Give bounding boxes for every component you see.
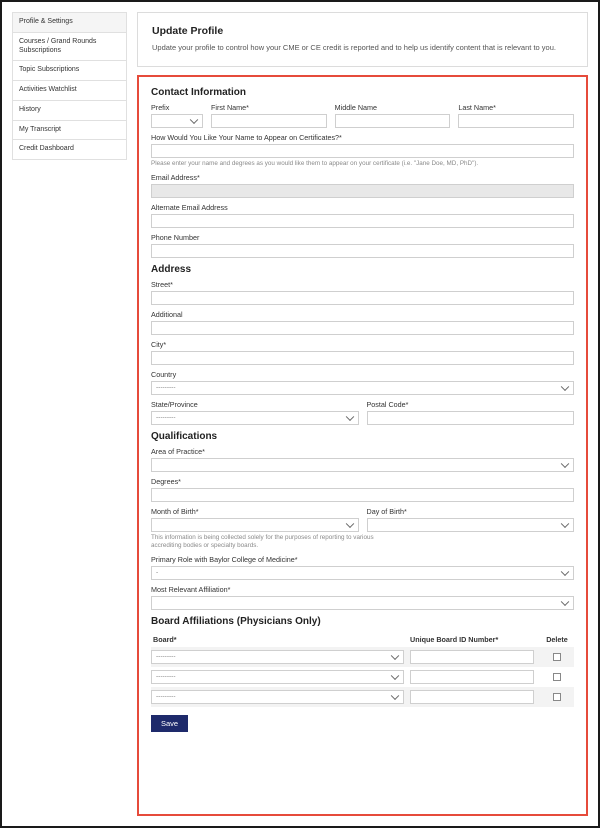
page-title: Update Profile bbox=[152, 25, 573, 37]
table-row: --------- bbox=[151, 687, 574, 707]
col-board: Board* bbox=[151, 635, 410, 644]
street-label: Street* bbox=[151, 280, 574, 289]
email-input[interactable] bbox=[151, 184, 574, 198]
area-label: Area of Practice* bbox=[151, 447, 574, 456]
sidebar-item-courses[interactable]: Courses / Grand Rounds Subscriptions bbox=[12, 32, 127, 62]
alt-email-label: Alternate Email Address bbox=[151, 203, 574, 212]
header-card: Update Profile Update your profile to co… bbox=[137, 12, 588, 67]
city-label: City* bbox=[151, 340, 574, 349]
boards-header: Board* Unique Board ID Number* Delete bbox=[151, 632, 574, 647]
col-id: Unique Board ID Number* bbox=[410, 635, 540, 644]
main: Update Profile Update your profile to co… bbox=[137, 12, 588, 816]
phone-label: Phone Number bbox=[151, 233, 574, 242]
prefix-select[interactable] bbox=[151, 114, 203, 128]
sidebar-item-history[interactable]: History bbox=[12, 100, 127, 121]
role-label: Primary Role with Baylor College of Medi… bbox=[151, 555, 574, 564]
board-id-input[interactable] bbox=[410, 650, 534, 664]
first-name-input[interactable] bbox=[211, 114, 327, 128]
cert-name-input[interactable] bbox=[151, 144, 574, 158]
page-desc: Update your profile to control how your … bbox=[152, 43, 573, 54]
state-select[interactable]: --------- bbox=[151, 411, 359, 425]
delete-checkbox[interactable] bbox=[553, 693, 561, 701]
country-label: Country bbox=[151, 370, 574, 379]
board-id-input[interactable] bbox=[410, 690, 534, 704]
qual-section: Qualifications bbox=[151, 431, 574, 442]
degrees-label: Degrees* bbox=[151, 477, 574, 486]
city-input[interactable] bbox=[151, 351, 574, 365]
sidebar-item-credit[interactable]: Credit Dashboard bbox=[12, 139, 127, 160]
sidebar-item-watchlist[interactable]: Activities Watchlist bbox=[12, 80, 127, 101]
delete-checkbox[interactable] bbox=[553, 653, 561, 661]
cert-name-label: How Would You Like Your Name to Appear o… bbox=[151, 133, 574, 142]
middle-name-input[interactable] bbox=[335, 114, 451, 128]
birth-note: This information is being collected sole… bbox=[151, 534, 396, 550]
boards-section: Board Affiliations (Physicians Only) bbox=[151, 616, 574, 627]
country-select[interactable]: --------- bbox=[151, 381, 574, 395]
boards-rows: --------- --------- --------- bbox=[151, 647, 574, 707]
cert-name-hint: Please enter your name and degrees as yo… bbox=[151, 160, 574, 168]
board-id-input[interactable] bbox=[410, 670, 534, 684]
additional-label: Additional bbox=[151, 310, 574, 319]
sidebar-item-transcript[interactable]: My Transcript bbox=[12, 120, 127, 141]
affil-label: Most Relevant Affiliation* bbox=[151, 585, 574, 594]
alt-email-input[interactable] bbox=[151, 214, 574, 228]
profile-form: Contact Information Prefix First Name* M… bbox=[137, 75, 588, 817]
board-select[interactable]: --------- bbox=[151, 690, 404, 704]
affil-select[interactable] bbox=[151, 596, 574, 610]
mob-label: Month of Birth* bbox=[151, 507, 359, 516]
dob-select[interactable] bbox=[367, 518, 575, 532]
mob-select[interactable] bbox=[151, 518, 359, 532]
area-select[interactable] bbox=[151, 458, 574, 472]
email-label: Email Address* bbox=[151, 173, 574, 182]
state-label: State/Province bbox=[151, 400, 359, 409]
sidebar-item-topics[interactable]: Topic Subscriptions bbox=[12, 60, 127, 81]
board-select[interactable]: --------- bbox=[151, 670, 404, 684]
last-name-label: Last Name* bbox=[458, 103, 574, 112]
board-select[interactable]: --------- bbox=[151, 650, 404, 664]
save-button[interactable]: Save bbox=[151, 715, 188, 732]
contact-section: Contact Information bbox=[151, 87, 574, 98]
phone-input[interactable] bbox=[151, 244, 574, 258]
address-section: Address bbox=[151, 264, 574, 275]
sidebar: Profile & Settings Courses / Grand Round… bbox=[12, 12, 127, 816]
last-name-input[interactable] bbox=[458, 114, 574, 128]
dob-label: Day of Birth* bbox=[367, 507, 575, 516]
table-row: --------- bbox=[151, 667, 574, 687]
table-row: --------- bbox=[151, 647, 574, 667]
postal-label: Postal Code* bbox=[367, 400, 575, 409]
prefix-label: Prefix bbox=[151, 103, 203, 112]
degrees-input[interactable] bbox=[151, 488, 574, 502]
postal-input[interactable] bbox=[367, 411, 575, 425]
role-select[interactable]: - bbox=[151, 566, 574, 580]
col-delete: Delete bbox=[540, 635, 574, 644]
street-input[interactable] bbox=[151, 291, 574, 305]
first-name-label: First Name* bbox=[211, 103, 327, 112]
delete-checkbox[interactable] bbox=[553, 673, 561, 681]
middle-name-label: Middle Name bbox=[335, 103, 451, 112]
additional-input[interactable] bbox=[151, 321, 574, 335]
sidebar-item-profile[interactable]: Profile & Settings bbox=[12, 12, 127, 33]
